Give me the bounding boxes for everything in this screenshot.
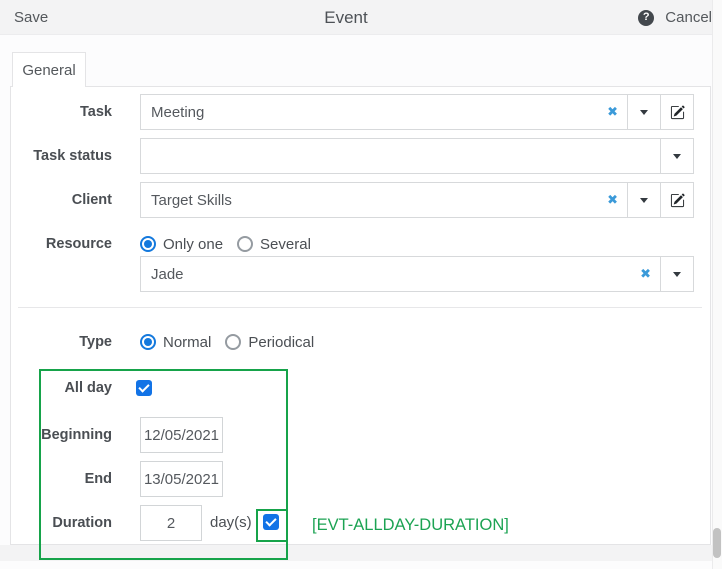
type-label: Type <box>0 332 112 352</box>
annotation-tag: [EVT-ALLDAY-DURATION] <box>312 516 509 535</box>
resource-radio-group: Only one Several <box>140 236 325 253</box>
client-dropdown-button[interactable] <box>628 182 661 218</box>
pencil-square-icon <box>670 105 685 120</box>
dialog-titlebar: Save Event ? Cancel <box>0 0 722 35</box>
resource-dropdown-button[interactable] <box>661 256 694 292</box>
client-label: Client <box>0 190 112 210</box>
caret-down-icon <box>640 110 648 115</box>
task-status-input[interactable] <box>140 138 661 174</box>
task-status-dropdown-button[interactable] <box>661 138 694 174</box>
radio-periodical-label[interactable]: Periodical <box>248 334 314 351</box>
beginning-date-input[interactable] <box>140 417 223 453</box>
all-day-checkbox[interactable] <box>136 380 152 396</box>
radio-several[interactable] <box>237 236 253 252</box>
radio-only-one[interactable] <box>140 236 156 252</box>
section-divider <box>18 307 702 308</box>
task-label: Task <box>0 102 112 122</box>
task-clear-icon[interactable]: ✖ <box>607 104 618 120</box>
radio-normal-label[interactable]: Normal <box>163 334 211 351</box>
duration-checkbox[interactable] <box>263 514 279 530</box>
resource-label: Resource <box>0 234 112 254</box>
resource-input[interactable] <box>140 256 661 292</box>
radio-periodical[interactable] <box>225 334 241 350</box>
type-radio-group: Normal Periodical <box>140 334 328 351</box>
event-dialog: Save Event ? Cancel General Task ✖ Task … <box>0 0 722 569</box>
radio-only-one-label[interactable]: Only one <box>163 236 223 253</box>
dialog-title: Event <box>0 8 692 28</box>
pencil-square-icon <box>670 193 685 208</box>
duration-label: Duration <box>0 513 112 533</box>
client-clear-icon[interactable]: ✖ <box>607 192 618 208</box>
duration-input[interactable] <box>140 505 202 541</box>
radio-several-label[interactable]: Several <box>260 236 311 253</box>
vertical-scrollbar[interactable] <box>712 0 722 569</box>
caret-down-icon <box>640 198 648 203</box>
all-day-label: All day <box>0 378 112 398</box>
task-edit-button[interactable] <box>661 94 694 130</box>
resource-clear-icon[interactable]: ✖ <box>640 266 651 282</box>
tab-general[interactable]: General <box>12 52 86 87</box>
task-dropdown-button[interactable] <box>628 94 661 130</box>
beginning-label: Beginning <box>0 425 112 445</box>
caret-down-icon <box>673 154 681 159</box>
task-input-group: ✖ <box>140 94 694 130</box>
help-icon[interactable]: ? <box>638 10 654 26</box>
duration-unit-label: day(s) <box>210 513 252 533</box>
client-input-group: ✖ <box>140 182 694 218</box>
client-edit-button[interactable] <box>661 182 694 218</box>
end-label: End <box>0 469 112 489</box>
task-input[interactable] <box>140 94 628 130</box>
task-status-input-group <box>140 138 694 174</box>
resource-input-group: ✖ <box>140 256 694 292</box>
cancel-button[interactable]: Cancel <box>665 9 712 26</box>
task-status-label: Task status <box>0 146 112 166</box>
radio-normal[interactable] <box>140 334 156 350</box>
end-date-input[interactable] <box>140 461 223 497</box>
panel-footer-band <box>0 545 712 561</box>
caret-down-icon <box>673 272 681 277</box>
scrollbar-thumb[interactable] <box>713 528 721 558</box>
client-input[interactable] <box>140 182 628 218</box>
